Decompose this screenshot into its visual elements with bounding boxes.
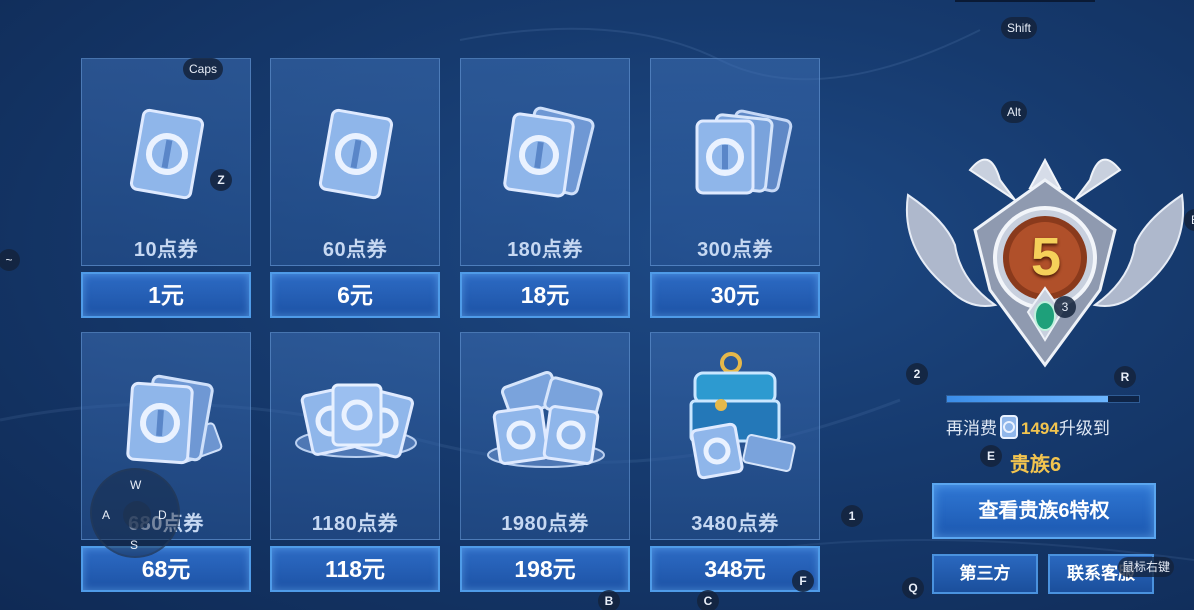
card-pile-icon (295, 383, 417, 459)
key-z[interactable]: Z (210, 169, 232, 191)
key-caps[interactable]: Caps (183, 58, 224, 80)
price-button-6[interactable]: 6元 (270, 272, 440, 318)
product-name: 300点券 (697, 239, 773, 261)
upgrade-suffix: 升级到 (1058, 419, 1110, 438)
product-name: 60点券 (322, 239, 388, 261)
product-name: 1180点券 (311, 513, 399, 535)
product-card-180[interactable]: 180点券 (460, 58, 630, 266)
price-button-198[interactable]: 198元 (460, 546, 630, 592)
card-heap-icon (487, 370, 605, 468)
key-e[interactable]: E (980, 445, 1002, 467)
price-button-68[interactable]: 68元 (81, 546, 251, 592)
next-noble-level: 贵族6 (1010, 454, 1062, 476)
product-card-3480[interactable]: 3480点券 (650, 332, 820, 540)
joystick-w: W (130, 478, 142, 492)
product-card-1180[interactable]: 1180点券 (270, 332, 440, 540)
coupon-icon (1000, 415, 1018, 439)
upgrade-cost: 1494 (1021, 419, 1059, 438)
joystick-d: D (158, 508, 167, 522)
key-right-click[interactable]: 鼠标右键 (1118, 557, 1175, 577)
key-b[interactable]: B (598, 590, 620, 610)
treasure-chest-icon (689, 352, 796, 480)
upgrade-info: 再消费 1494升级到 (946, 414, 1146, 440)
product-card-300[interactable]: 300点券 (650, 58, 820, 266)
joystick-s: S (130, 538, 139, 552)
single-card-icon (129, 108, 205, 200)
price-button-30[interactable]: 30元 (650, 272, 820, 318)
price-button-1[interactable]: 1元 (81, 272, 251, 318)
product-name: 10点券 (133, 239, 199, 261)
price-button-118[interactable]: 118元 (270, 546, 440, 592)
view-privileges-button[interactable]: 查看贵族6特权 (932, 483, 1156, 539)
joystick-knob[interactable] (123, 501, 151, 529)
joystick-a: A (102, 508, 111, 522)
key-3[interactable]: 3 (1054, 296, 1076, 318)
key-r[interactable]: R (1114, 366, 1136, 388)
key-1[interactable]: 1 (841, 505, 863, 527)
upgrade-prefix: 再消费 (946, 419, 997, 438)
key-2[interactable]: 2 (906, 363, 928, 385)
key-shift[interactable]: Shift (1001, 17, 1038, 39)
product-name: 180点券 (507, 239, 583, 261)
product-card-60[interactable]: 60点券 (270, 58, 440, 266)
product-card-1980[interactable]: 1980点券 (460, 332, 630, 540)
product-name: 1980点券 (501, 513, 589, 535)
third-party-button[interactable]: 第三方 (932, 554, 1038, 594)
three-cards-icon (695, 109, 793, 195)
key-tilde[interactable]: ~ (0, 249, 20, 271)
top-bar-edge (955, 0, 1095, 2)
noble-progress-bar (946, 395, 1140, 403)
key-f[interactable]: F (792, 570, 814, 592)
noble-level-number: 5 (1030, 227, 1062, 287)
single-card-icon (318, 108, 394, 200)
product-name: 3480点券 (691, 513, 779, 535)
key-c[interactable]: C (697, 590, 719, 610)
noble-progress-fill (947, 396, 1109, 402)
movement-joystick[interactable]: W A S D (90, 468, 180, 558)
product-card-10[interactable]: 10点券 (81, 58, 251, 266)
key-alt[interactable]: Alt (1001, 101, 1028, 123)
card-stack-icon (126, 374, 223, 465)
key-q[interactable]: Q (902, 577, 924, 599)
price-button-18[interactable]: 18元 (460, 272, 630, 318)
two-cards-icon (503, 106, 595, 198)
